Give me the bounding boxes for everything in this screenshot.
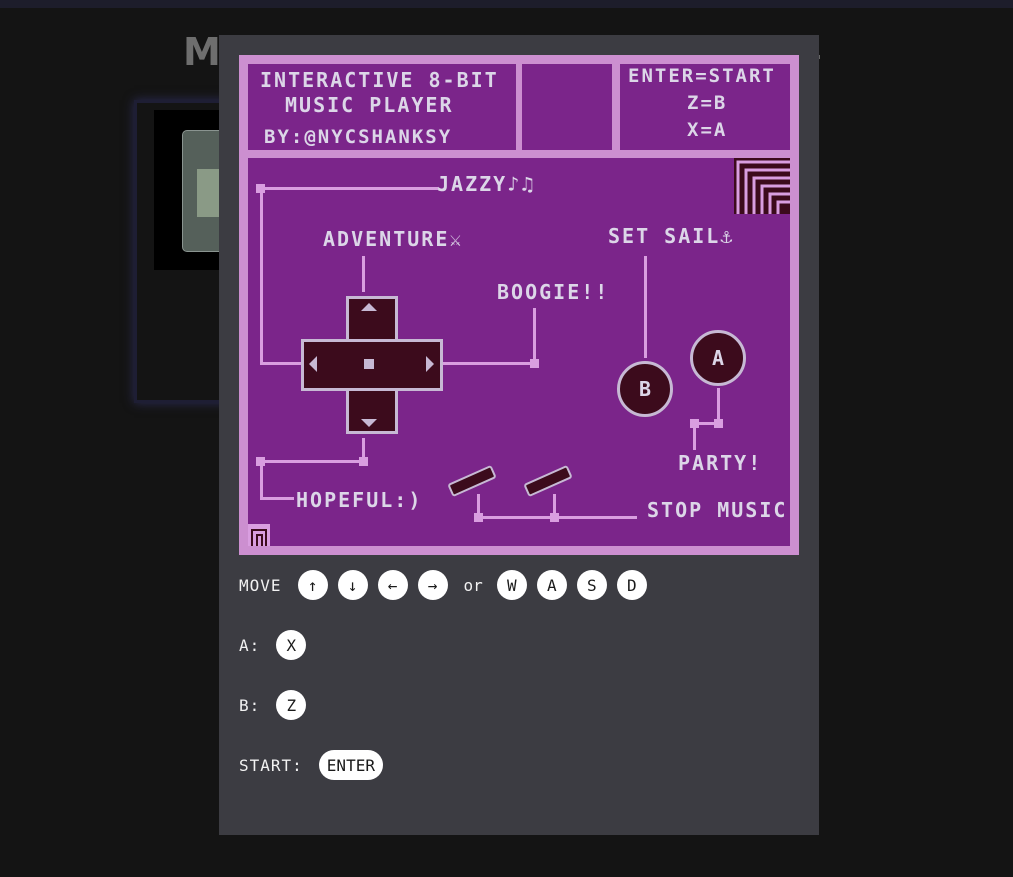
key-a[interactable]: A xyxy=(536,570,567,600)
move-label: MOVE xyxy=(239,575,282,595)
card-byline: BY:@NYCSHANKSY xyxy=(264,126,453,148)
stop-music-label[interactable]: STOP MUSIC xyxy=(647,498,787,522)
key-w[interactable]: W xyxy=(496,570,527,600)
corner-pattern-small-icon xyxy=(248,524,270,546)
key-up[interactable]: ↑ xyxy=(297,570,328,600)
key-d[interactable]: D xyxy=(616,570,647,600)
boogie-connector xyxy=(533,308,536,364)
or-label: or xyxy=(463,575,483,595)
song-boogie-label[interactable]: BOOGIE!! xyxy=(497,280,609,304)
hopeful-connector-b xyxy=(260,497,294,500)
controls-modal: INTERACTIVE 8-BIT MUSIC PLAYER BY:@NYCSH… xyxy=(219,35,819,835)
background-page-title: M xyxy=(183,30,223,74)
adventure-connector xyxy=(362,256,365,292)
hopeful-connector-v xyxy=(260,462,263,500)
jazzy-node xyxy=(256,184,265,193)
corner-pattern-icon xyxy=(734,158,790,214)
jazzy-connector-top xyxy=(260,187,438,190)
b-button[interactable]: B xyxy=(617,361,673,417)
start-controls-row: START: ENTER xyxy=(239,749,393,781)
start-label: START: xyxy=(239,755,303,775)
boogie-node xyxy=(530,359,539,368)
b-label: B: xyxy=(239,695,261,715)
hint-x: X=A xyxy=(687,119,728,141)
top-bar xyxy=(0,0,1013,8)
dpad-right-icon[interactable] xyxy=(426,356,434,372)
jazzy-connector xyxy=(260,186,263,364)
key-left[interactable]: ← xyxy=(377,570,408,600)
song-set-sail-label[interactable]: SET SAIL⚓ xyxy=(608,224,734,248)
dpad-left-icon[interactable] xyxy=(309,356,317,372)
key-enter[interactable]: ENTER xyxy=(318,750,383,780)
dpad-down-icon[interactable] xyxy=(361,419,377,427)
dpad-center-icon xyxy=(364,359,374,369)
a-button[interactable]: A xyxy=(690,330,746,386)
b-controls-row: B: Z xyxy=(239,689,316,721)
song-hopeful-label[interactable]: HOPEFUL:) xyxy=(296,488,422,512)
title-panel: INTERACTIVE 8-BIT MUSIC PLAYER BY:@NYCSH… xyxy=(248,64,516,150)
card-title-line2: MUSIC PLAYER xyxy=(285,93,454,117)
hint-enter: ENTER=START xyxy=(628,65,776,87)
key-s[interactable]: S xyxy=(576,570,607,600)
key-down[interactable]: ↓ xyxy=(337,570,368,600)
blank-panel xyxy=(522,64,612,150)
party-node-right xyxy=(714,419,723,428)
hint-z: Z=B xyxy=(687,92,728,114)
set-sail-connector xyxy=(644,256,647,358)
hopeful-connector-h xyxy=(260,460,365,463)
music-player-card: INTERACTIVE 8-BIT MUSIC PLAYER BY:@NYCSH… xyxy=(239,55,799,555)
key-z[interactable]: Z xyxy=(276,690,307,720)
boogie-connector-h xyxy=(436,362,536,365)
background-device-image xyxy=(182,130,224,252)
dpad[interactable] xyxy=(301,296,445,436)
a-label: A: xyxy=(239,635,261,655)
a-controls-row: A: X xyxy=(239,629,316,661)
hopeful-node-right xyxy=(359,457,368,466)
party-connector xyxy=(693,424,696,450)
jazzy-connector-bottom xyxy=(260,362,302,365)
start-button[interactable] xyxy=(523,464,573,498)
select-button[interactable] xyxy=(447,464,497,498)
card-title-line1: INTERACTIVE 8-BIT xyxy=(260,68,499,92)
song-party-label[interactable]: PARTY! xyxy=(678,451,762,475)
hints-panel: ENTER=START Z=B X=A xyxy=(620,64,790,150)
key-x[interactable]: X xyxy=(276,630,307,660)
key-right[interactable]: → xyxy=(417,570,448,600)
move-controls-row: MOVE ↑ ↓ ← → or W A S D xyxy=(239,569,657,601)
stop-node-left xyxy=(474,513,483,522)
controller-diagram: JAZZY♪♫ ADVENTURE⚔ BOOGIE!! SET SAIL⚓ B … xyxy=(248,158,790,546)
dpad-up-icon[interactable] xyxy=(361,303,377,311)
song-adventure-label[interactable]: ADVENTURE⚔ xyxy=(323,227,463,251)
stop-node-right xyxy=(550,513,559,522)
song-jazzy-label[interactable]: JAZZY♪♫ xyxy=(437,172,535,196)
